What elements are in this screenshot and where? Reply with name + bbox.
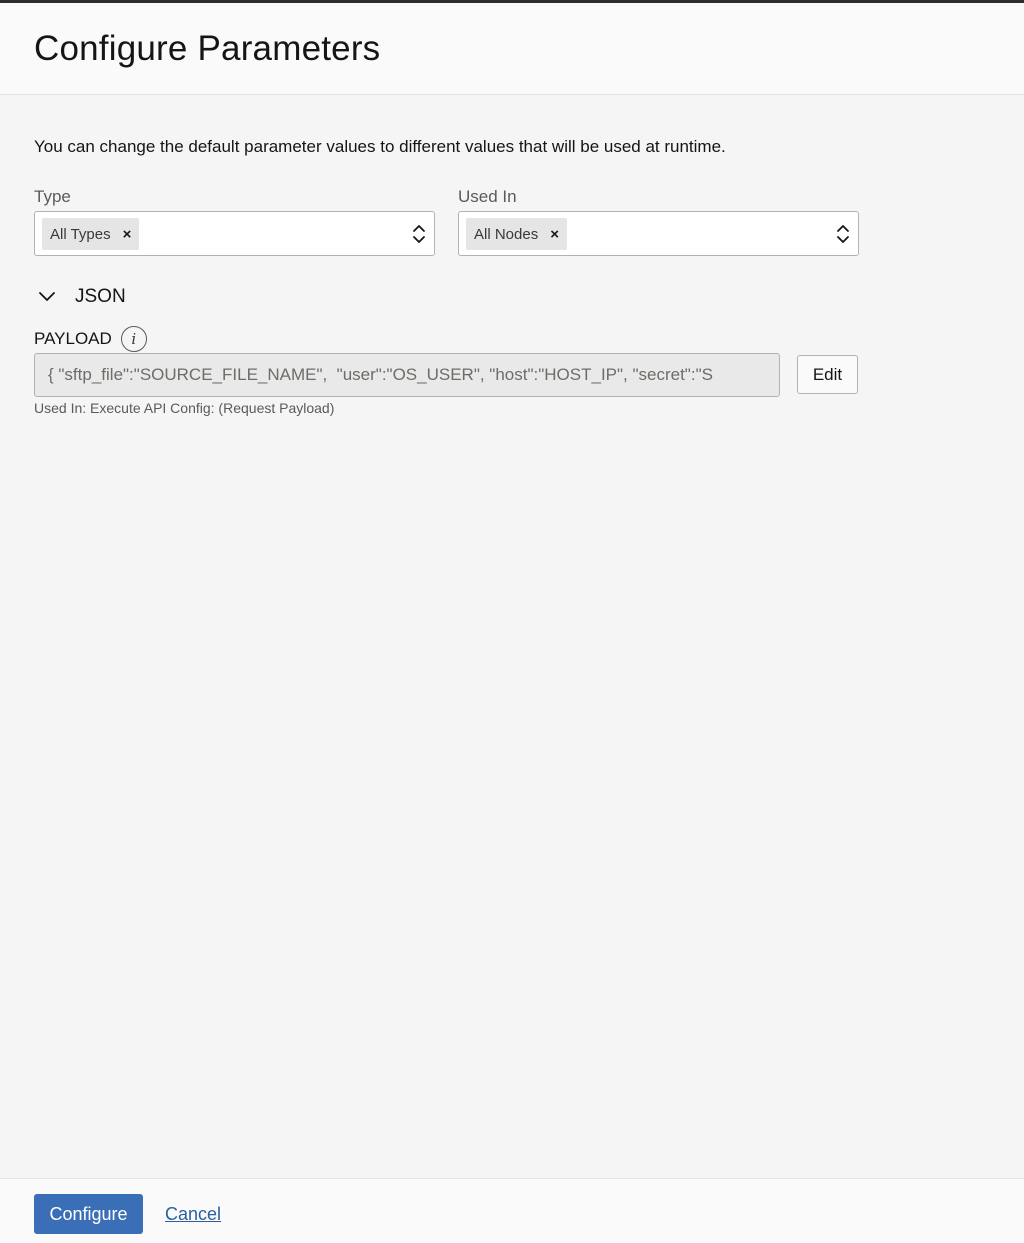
page-title: Configure Parameters bbox=[34, 29, 381, 68]
remove-used-in-chip-icon[interactable]: × bbox=[550, 226, 559, 243]
json-section-toggle[interactable]: JSON bbox=[38, 286, 126, 308]
configure-parameters-dialog: Configure Parameters You can change the … bbox=[0, 0, 1024, 1243]
payload-input[interactable] bbox=[34, 353, 780, 397]
used-in-chip-label: All Nodes bbox=[474, 225, 539, 243]
select-arrows-icon[interactable] bbox=[412, 223, 426, 245]
chevron-down-icon bbox=[39, 292, 55, 301]
type-chip: All Types × bbox=[42, 218, 140, 250]
configure-button[interactable]: Configure bbox=[34, 1194, 143, 1234]
dialog-footer: Configure Cancel bbox=[0, 1178, 1024, 1243]
dialog-header: Configure Parameters bbox=[0, 3, 1024, 95]
payload-label-row: PAYLOAD i bbox=[34, 326, 147, 352]
used-in-select[interactable]: All Nodes × bbox=[458, 211, 859, 256]
payload-helper-text: Used In: Execute API Config: (Request Pa… bbox=[34, 400, 335, 416]
used-in-chip: All Nodes × bbox=[466, 218, 567, 250]
dialog-description: You can change the default parameter val… bbox=[34, 137, 726, 156]
cancel-link[interactable]: Cancel bbox=[165, 1204, 221, 1225]
info-icon[interactable]: i bbox=[120, 326, 147, 352]
edit-button[interactable]: Edit bbox=[797, 355, 858, 394]
type-select[interactable]: All Types × bbox=[34, 211, 435, 256]
select-arrows-icon[interactable] bbox=[836, 223, 850, 245]
payload-label: PAYLOAD bbox=[34, 329, 112, 348]
type-label: Type bbox=[34, 187, 71, 206]
type-chip-label: All Types bbox=[50, 225, 111, 243]
used-in-label: Used In bbox=[458, 187, 517, 206]
remove-type-chip-icon[interactable]: × bbox=[123, 226, 132, 243]
json-section-title: JSON bbox=[75, 286, 126, 307]
